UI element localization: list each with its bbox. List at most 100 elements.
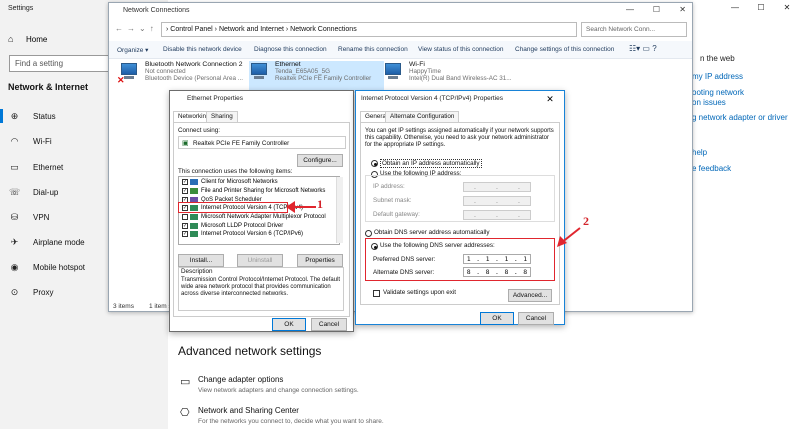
- component-checkbox[interactable]: [182, 214, 188, 221]
- ethprop-ok-button[interactable]: OK: [272, 318, 306, 331]
- link-feedback[interactable]: e feedback: [692, 164, 731, 173]
- nav-label: Wi-Fi: [33, 136, 52, 146]
- breadcrumb-item[interactable]: Control Panel: [170, 26, 212, 33]
- component-item[interactable]: ✓ Internet Protocol Version 6 (TCP/IPv6): [179, 230, 329, 239]
- link-help[interactable]: help: [692, 148, 707, 157]
- adapter-ethernet[interactable]: Ethernet Tenda_E65A05_5G Realtek PCIe FE…: [249, 61, 384, 93]
- obtain-ip-radio[interactable]: [371, 160, 378, 167]
- description-text: Transmission Control Protocol/Internet P…: [181, 277, 341, 297]
- properties-button[interactable]: Properties: [297, 254, 343, 267]
- component-item[interactable]: ✓ File and Printer Sharing for Microsoft …: [179, 187, 329, 196]
- ipv4-cancel-button[interactable]: Cancel: [518, 312, 554, 325]
- globe-icon: ⊕: [10, 110, 19, 121]
- cmd-diagnose[interactable]: Diagnose this connection: [254, 46, 327, 53]
- wifi-adapter-icon: [383, 63, 403, 85]
- component-checkbox[interactable]: ✓: [182, 222, 188, 229]
- adapter-status: HappyTime: [409, 68, 441, 75]
- tab-alternate-config[interactable]: Alternate Configuration: [385, 111, 460, 122]
- validate-checkbox[interactable]: [373, 290, 380, 297]
- highlight-ipv4-box: [178, 202, 288, 213]
- change-adapter-link[interactable]: Change adapter options: [198, 375, 283, 384]
- minimize-icon[interactable]: —: [626, 5, 634, 14]
- validate-label[interactable]: Validate settings upon exit: [383, 289, 456, 296]
- component-label: Client for Microsoft Networks: [201, 179, 278, 186]
- proxy-icon: ⊙: [10, 286, 19, 297]
- link-connection-issues[interactable]: on issues: [692, 98, 726, 107]
- arrow-1-icon: [286, 201, 316, 213]
- nav-label: Proxy: [33, 287, 54, 297]
- cmd-organize[interactable]: Organize ▾: [117, 46, 148, 54]
- link-troubleshooting[interactable]: ooting network: [692, 88, 744, 97]
- link-ip-address[interactable]: my IP address: [692, 72, 743, 81]
- component-checkbox[interactable]: ✓: [182, 187, 188, 194]
- subnet-field[interactable]: ...: [463, 196, 531, 206]
- tab-sharing[interactable]: Sharing: [206, 111, 238, 122]
- view-options-icon[interactable]: ☷▾ ▭ ?: [629, 44, 657, 53]
- maximize-icon[interactable]: ☐: [748, 0, 774, 16]
- minimize-icon[interactable]: —: [722, 0, 748, 16]
- link-adapter-driver[interactable]: g network adapter or driver: [692, 113, 788, 122]
- adapter-name: Wi-Fi: [409, 61, 425, 68]
- annotation-2: 2: [583, 214, 589, 228]
- highlight-dns-box: [365, 238, 555, 281]
- vpn-icon: ⛁: [10, 211, 19, 222]
- address-bar-row: ←→⌄↑ › Control Panel › Network and Inter…: [109, 20, 692, 40]
- obtain-dns-label[interactable]: Obtain DNS server address automatically: [374, 229, 490, 236]
- component-icon: [190, 214, 198, 221]
- gateway-label: Default gateway:: [373, 211, 420, 218]
- close-icon[interactable]: ✕: [679, 5, 686, 14]
- ip-address-field[interactable]: ...: [463, 182, 531, 192]
- netconn-search-input[interactable]: Search Network Conn...: [581, 22, 687, 37]
- connect-using-label: Connect using:: [178, 127, 221, 134]
- nav-label: Mobile hotspot: [33, 262, 86, 272]
- command-bar: Organize ▾ Disable this network device D…: [109, 41, 692, 59]
- change-adapter-sub: View network adapters and change connect…: [198, 387, 359, 394]
- uninstall-button[interactable]: Uninstall: [237, 254, 283, 267]
- settings-window-controls: — ☐ ✕: [722, 0, 800, 16]
- component-item[interactable]: ✓ Microsoft LLDP Protocol Driver: [179, 222, 329, 231]
- adapter-name: Ethernet: [275, 61, 301, 68]
- wifi-icon: ◠: [10, 135, 19, 146]
- nav-arrows-icon[interactable]: ←→⌄↑: [115, 24, 158, 33]
- address-bar[interactable]: › Control Panel › Network and Internet ›…: [161, 22, 577, 37]
- breadcrumb-item[interactable]: Network and Internet: [219, 26, 284, 33]
- adapter-bluetooth[interactable]: ✕ Bluetooth Network Connection 2 Not con…: [117, 61, 249, 93]
- component-checkbox[interactable]: ✓: [182, 231, 188, 238]
- configure-button[interactable]: Configure...: [297, 154, 343, 167]
- nav-label: Status: [33, 111, 56, 121]
- cmd-view-status[interactable]: View status of this connection: [418, 46, 504, 53]
- obtain-dns-radio[interactable]: [365, 230, 372, 237]
- obtain-ip-label[interactable]: Obtain an IP address automatically: [380, 159, 482, 168]
- ipv4-title: Internet Protocol Version 4 (TCP/IPv4) P…: [361, 95, 503, 102]
- ethprop-cancel-button[interactable]: Cancel: [311, 318, 347, 331]
- adapter-status: Not connected: [145, 68, 186, 75]
- install-button[interactable]: Install...: [178, 254, 224, 267]
- components-scrollbar[interactable]: [336, 177, 343, 243]
- gateway-field[interactable]: ...: [463, 210, 531, 220]
- cmd-rename[interactable]: Rename this connection: [338, 46, 408, 53]
- subnet-label: Subnet mask:: [373, 197, 412, 204]
- phone-icon: ☏: [9, 186, 21, 197]
- ipv4-ok-button[interactable]: OK: [480, 312, 514, 325]
- close-icon[interactable]: ✕: [774, 0, 800, 16]
- advanced-button[interactable]: Advanced...: [508, 289, 552, 302]
- settings-window-title: Settings: [8, 5, 34, 12]
- section-heading: Network & Internet: [8, 82, 89, 92]
- component-label: File and Printer Sharing for Microsoft N…: [201, 187, 326, 194]
- adapter-name: Bluetooth Network Connection 2: [145, 61, 243, 68]
- adapter-wifi[interactable]: Wi-Fi HappyTime Intel(R) Dual Band Wirel…: [383, 61, 533, 93]
- close-icon[interactable]: ✕: [536, 91, 564, 108]
- nav-label: Airplane mode: [33, 237, 85, 247]
- cmd-change-settings[interactable]: Change settings of this connection: [515, 46, 614, 53]
- component-item[interactable]: ✓ Client for Microsoft Networks: [179, 178, 329, 187]
- breadcrumb-item[interactable]: Network Connections: [290, 26, 357, 33]
- ethprop-titlebar: Ethernet Properties: [169, 90, 354, 107]
- netconn-titlebar: Network Connections — ☐ ✕: [109, 3, 692, 20]
- cmd-disable[interactable]: Disable this network device: [163, 46, 242, 53]
- search-placeholder: Search Network Conn...: [586, 26, 656, 33]
- component-checkbox[interactable]: ✓: [182, 179, 188, 186]
- maximize-icon[interactable]: ☐: [653, 5, 660, 14]
- sharing-center-link[interactable]: Network and Sharing Center: [198, 406, 299, 415]
- nav-label: VPN: [33, 212, 50, 222]
- related-heading: n the web: [700, 54, 735, 63]
